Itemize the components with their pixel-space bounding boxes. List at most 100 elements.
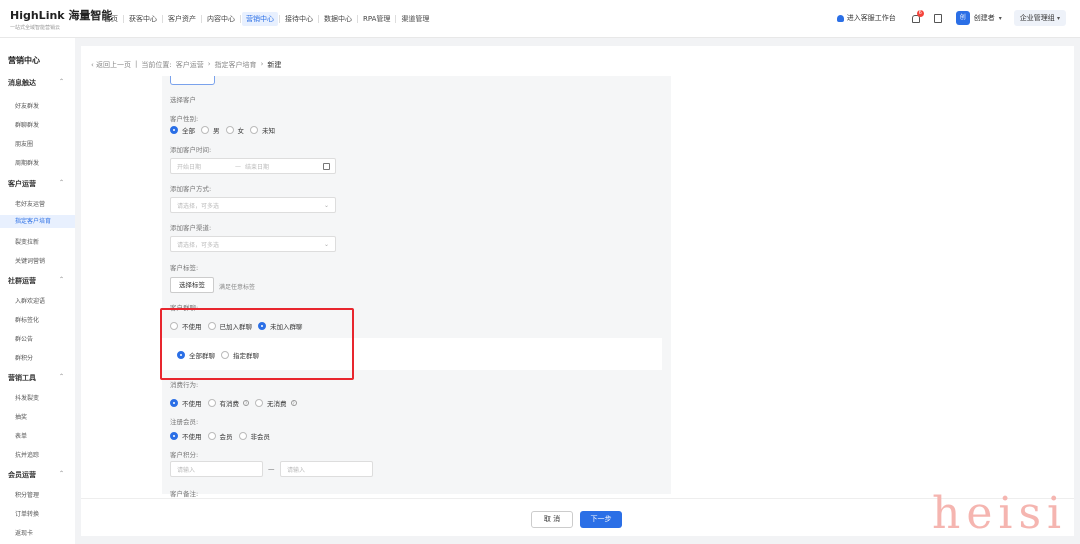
- date-range-picker[interactable]: 开始日期 — 结束日期: [170, 158, 336, 174]
- add-channel-select[interactable]: 请选择，可多选 ⌄: [170, 236, 336, 252]
- radio-option[interactable]: 不使用: [170, 398, 202, 408]
- sidebar-group[interactable]: 客户运营 ⌃: [0, 179, 75, 189]
- sidebar-item[interactable]: 订单转换: [0, 509, 75, 518]
- location-label: 当前位置:: [141, 61, 172, 69]
- member-radio-group: 不使用 会员 非会员: [170, 431, 270, 441]
- sidebar-item[interactable]: 关键词营销: [0, 256, 75, 265]
- nav-item[interactable]: 渠道管理: [397, 12, 433, 26]
- footer-bar: 取 消 下一步: [81, 498, 1074, 536]
- help-icon[interactable]: ?: [243, 400, 249, 406]
- tag-label: 客户标签:: [170, 264, 199, 272]
- radio-option[interactable]: 无消费?: [255, 398, 297, 408]
- sidebar-item[interactable]: 抽奖: [0, 412, 75, 421]
- notification-badge: 6: [916, 10, 924, 17]
- org-switcher[interactable]: 企业管理组 ▾: [1013, 10, 1066, 26]
- nav-item[interactable]: 内容中心: [203, 12, 239, 26]
- radio-option[interactable]: 女: [225, 125, 244, 135]
- radio-circle: [225, 126, 234, 134]
- nav-item[interactable]: 数据中心: [320, 12, 356, 26]
- add-method-label: 添加客户方式:: [170, 185, 212, 193]
- start-date-placeholder: 开始日期: [177, 163, 202, 171]
- radio-option[interactable]: 有消费?: [207, 398, 249, 408]
- sidebar-item[interactable]: 周期群发: [0, 158, 75, 167]
- points-min-input[interactable]: 请输入: [170, 461, 263, 477]
- nav-item[interactable]: 首页: [100, 12, 122, 26]
- radio-option[interactable]: 全部: [170, 125, 195, 135]
- main-nav: 首页 获客中心 客户资产 内容中心 营销中心 接待中心 数据中心 RPA管理 渠道管理: [100, 12, 433, 26]
- calendar-icon: [323, 163, 330, 170]
- sidebar-item[interactable]: 入群欢迎语: [0, 296, 75, 305]
- next-step-button[interactable]: 下一步: [580, 511, 622, 528]
- sidebar-item[interactable]: 群公告: [0, 334, 75, 343]
- sidebar-title: 营销中心: [8, 56, 40, 65]
- sidebar-item[interactable]: 抗并追踪: [0, 450, 75, 459]
- remark-label: 客户备注:: [170, 490, 199, 498]
- logo[interactable]: HighLink 海量智能 一站式全域智能营销云: [10, 7, 112, 31]
- breadcrumb-item[interactable]: 客户运营: [176, 60, 204, 70]
- breadcrumb-item[interactable]: 指定客户培育: [215, 60, 257, 70]
- logo-title: HighLink 海量智能: [10, 9, 113, 22]
- consume-label: 消费行为:: [170, 381, 199, 389]
- form-panel: 选择客户 客户性别: 全部男女未知 添加客户时间: 开始日期 — 结束日期 添加…: [162, 76, 671, 498]
- caret-down-icon: ▾: [1056, 15, 1060, 22]
- sidebar-group[interactable]: 营销工具 ⌃: [0, 373, 75, 383]
- end-date-placeholder: 结束日期: [245, 163, 270, 171]
- logo-subtitle: 一站式全域智能营销云: [10, 25, 61, 31]
- sidebar-item[interactable]: 群标签化: [0, 315, 75, 324]
- caret-down-icon: ▾: [998, 14, 1002, 22]
- sidebar-item[interactable]: 好友群发: [0, 101, 75, 110]
- user-menu[interactable]: 创 创建者 ▾: [955, 11, 1002, 25]
- cancel-button[interactable]: 取 消: [531, 511, 573, 528]
- nav-item[interactable]: 获客中心: [125, 12, 161, 26]
- nav-item[interactable]: 客户资产: [164, 12, 200, 26]
- sidebar-group[interactable]: 会员运营 ⌃: [0, 470, 75, 480]
- org-name: 企业管理组: [1019, 14, 1055, 22]
- radio-option[interactable]: 未知: [250, 125, 275, 135]
- radio-option[interactable]: 不使用: [170, 431, 202, 441]
- nav-item[interactable]: 接待中心: [281, 12, 317, 26]
- main-content: ‹ 返回上一页 | 当前位置: 客户运营 › 指定客户培育 › 新建 选择客户 …: [81, 46, 1074, 536]
- add-method-select[interactable]: 请选择，可多选 ⌄: [170, 197, 336, 213]
- gender-radio-group: 全部男女未知: [170, 125, 275, 135]
- sidebar-group[interactable]: 消息触达 ⌃: [0, 78, 75, 88]
- radio-circle: [170, 399, 178, 407]
- back-link[interactable]: ‹ 返回上一页: [91, 60, 131, 70]
- sidebar-item[interactable]: 朋友圈: [0, 139, 75, 148]
- sidebar-item[interactable]: 群聊群发: [0, 120, 75, 129]
- sidebar-item[interactable]: 指定客户培育: [0, 215, 75, 228]
- points-max-input[interactable]: 请输入: [280, 461, 373, 477]
- select-tag-button[interactable]: 选择标签: [170, 277, 214, 293]
- chevron-up-icon: ⌃: [58, 373, 64, 380]
- radio-option[interactable]: 男: [201, 125, 220, 135]
- avatar: 创: [955, 11, 970, 25]
- chevron-up-icon: ⌃: [58, 276, 64, 283]
- partial-button[interactable]: [170, 76, 215, 85]
- sidebar-item[interactable]: 老好友运营: [0, 199, 75, 208]
- breadcrumb-current: 新建: [267, 61, 282, 69]
- add-time-label: 添加客户时间:: [170, 146, 212, 154]
- sidebar-item[interactable]: 积分管理: [0, 490, 75, 499]
- sidebar-item[interactable]: 返现卡: [0, 528, 75, 537]
- nav-item[interactable]: 营销中心: [242, 12, 278, 26]
- help-icon[interactable]: ?: [290, 400, 297, 406]
- radio-circle: [207, 432, 216, 440]
- highlight-box: [160, 308, 354, 380]
- sidebar-item[interactable]: 表单: [0, 431, 75, 440]
- top-bar: HighLink 海量智能 一站式全域智能营销云 首页 获客中心 客户资产 内容中心营…: [0, 0, 1080, 38]
- radio-option[interactable]: 非会员: [238, 431, 270, 441]
- radio-circle: [207, 399, 216, 407]
- bell-icon[interactable]: 6: [910, 10, 924, 23]
- radio-option[interactable]: 会员: [207, 431, 233, 441]
- workbench-link[interactable]: 进入客服工作台: [836, 13, 896, 23]
- radio-circle: [201, 126, 209, 134]
- tag-hint: 满足任意标签: [219, 284, 256, 291]
- nav-item[interactable]: RPA管理: [359, 12, 394, 26]
- consume-radio-group: 不使用 有消费? 无消费?: [170, 398, 297, 408]
- chevron-up-icon: ⌃: [58, 179, 64, 186]
- sidebar-group[interactable]: 社群运营 ⌃: [0, 276, 75, 286]
- sidebar-item[interactable]: 群积分: [0, 353, 75, 362]
- sidebar-item[interactable]: 抖发裂变: [0, 393, 75, 402]
- sidebar-item[interactable]: 裂变拉新: [0, 237, 75, 246]
- breadcrumb: ‹ 返回上一页 | 当前位置: 客户运营 › 指定客户培育 › 新建: [91, 60, 282, 70]
- document-icon[interactable]: [933, 13, 942, 23]
